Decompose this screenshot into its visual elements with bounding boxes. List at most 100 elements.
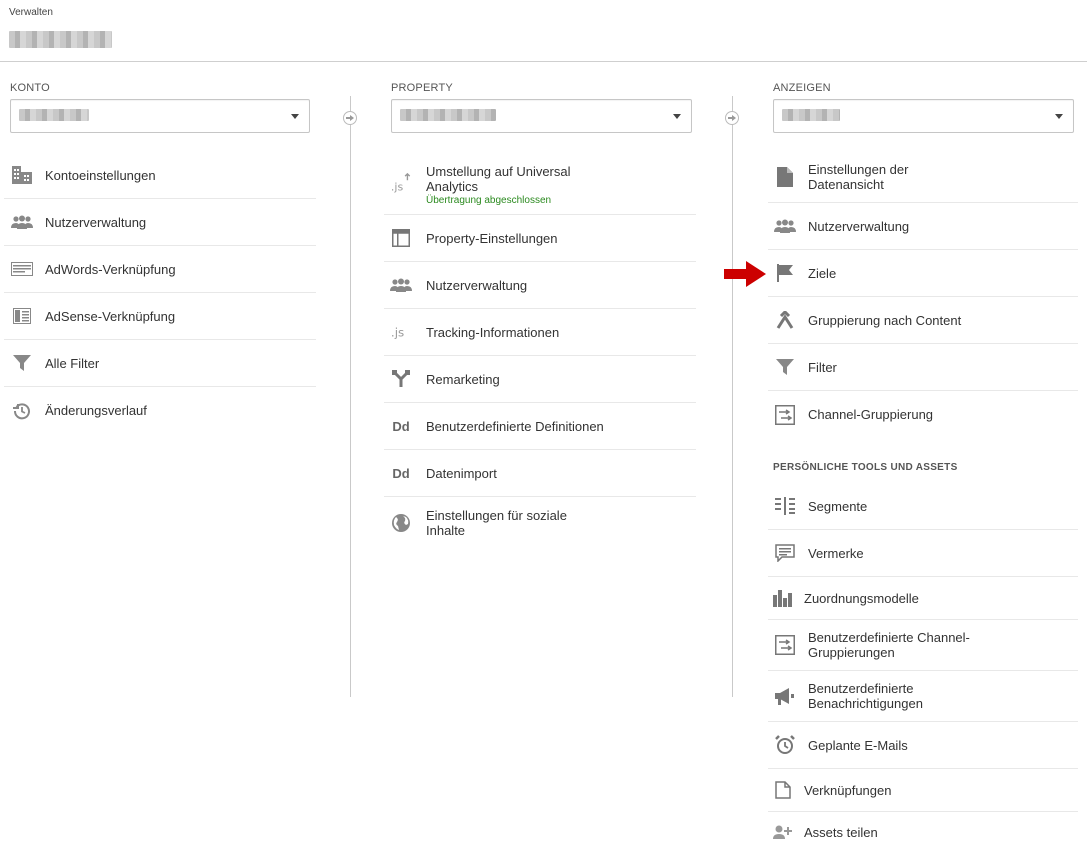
sidebar-item-aenderungsverlauf[interactable]: Änderungsverlauf — [4, 387, 316, 434]
sidebar-item-label: Verknüpfungen — [804, 782, 892, 798]
sidebar-item-channel-gruppierung[interactable]: Channel-Gruppierung — [768, 391, 1078, 438]
sidebar-item-label: Datenimport — [426, 465, 497, 481]
property-title: PROPERTY — [391, 82, 453, 94]
page-header: Verwalten — [0, 0, 1087, 62]
sidebar-item-vermerke[interactable]: Vermerke — [768, 530, 1078, 577]
sidebar-item-label: Benutzerdefinierte Benachrichtigungen — [808, 681, 923, 711]
users-icon — [390, 274, 412, 296]
arrow-right-icon — [343, 111, 357, 125]
sidebar-item-assets-teilen[interactable]: Assets teilen — [768, 812, 1078, 852]
sidebar-item-benachrichtigungen[interactable]: Benutzerdefinierte Benachrichtigungen — [768, 671, 1078, 722]
filter-icon — [11, 352, 33, 374]
sidebar-item-segmente[interactable]: Segmente — [768, 483, 1078, 530]
js-icon: .js — [390, 321, 412, 343]
konto-select-value-redacted — [19, 109, 89, 121]
globe-icon — [390, 512, 412, 534]
chevron-down-icon — [291, 114, 299, 119]
bar-chart-icon — [772, 587, 794, 609]
sidebar-item-label: Remarketing — [426, 371, 500, 387]
header-label: Verwalten — [9, 7, 53, 18]
chevron-down-icon — [1055, 114, 1063, 119]
anzeigen-title: ANZEIGEN — [773, 82, 831, 94]
sidebar-item-nutzerverwaltung[interactable]: Nutzerverwaltung — [384, 262, 696, 309]
sidebar-item-label: Benutzerdefinierte Definitionen — [426, 418, 604, 434]
channel-icon — [774, 404, 796, 426]
document-icon — [774, 166, 796, 188]
konto-column: KONTO Kontoeinstellungen Nutzerverwaltun… — [0, 62, 340, 842]
universal-analytics-label: Umstellung auf Universal Analytics — [426, 164, 571, 194]
konto-title: KONTO — [10, 82, 50, 94]
column-divider — [732, 96, 733, 697]
sidebar-item-universal-analytics[interactable]: .js Umstellung auf Universal Analytics Ü… — [384, 152, 696, 215]
users-icon — [11, 211, 33, 233]
sidebar-item-filter[interactable]: Filter — [768, 344, 1078, 391]
konto-select[interactable] — [10, 99, 310, 133]
sidebar-item-nutzerverwaltung[interactable]: Nutzerverwaltung — [768, 203, 1078, 250]
sidebar-item-datenansicht[interactable]: Einstellungen der Datenansicht — [768, 152, 1078, 203]
svg-text:.js: .js — [391, 180, 404, 193]
sidebar-item-label: Nutzerverwaltung — [45, 214, 147, 230]
property-column: PROPERTY .js Umstellung auf Universal An… — [381, 62, 721, 842]
sidebar-item-remarketing[interactable]: Remarketing — [384, 356, 696, 403]
sidebar-item-label: Änderungsverlauf — [45, 403, 147, 418]
sidebar-item-datenimport[interactable]: Dd Datenimport — [384, 450, 696, 497]
sidebar-item-soziale-inhalte[interactable]: Einstellungen für soziale Inhalte — [384, 497, 696, 549]
sidebar-item-label: AdSense-Verknüpfung — [45, 308, 176, 324]
sidebar-item-label: Filter — [808, 359, 837, 375]
flag-icon — [774, 262, 796, 284]
sidebar-item-label: Vermerke — [808, 545, 864, 561]
transfer-status: Übertragung abgeschlossen — [426, 195, 552, 206]
sidebar-item-label: Kontoeinstellungen — [45, 167, 156, 183]
sidebar-item-label: Tracking-Informationen — [426, 324, 560, 340]
anzeigen-select-value-redacted — [782, 109, 840, 121]
js-upgrade-icon: .js — [390, 172, 412, 194]
sidebar-item-adwords[interactable]: AdWords-Verknüpfung — [4, 246, 316, 293]
remarketing-icon — [390, 368, 412, 390]
sidebar-item-benutzerdefinierte-channel[interactable]: Benutzerdefinierte Channel-Gruppierungen — [768, 620, 1078, 671]
sidebar-item-label: Assets teilen — [804, 824, 878, 840]
anzeigen-select[interactable] — [773, 99, 1074, 133]
sidebar-item-label: Geplante E-Mails — [808, 737, 908, 753]
adsense-icon — [11, 305, 33, 327]
sidebar-item-kontoeinstellungen[interactable]: Kontoeinstellungen — [4, 152, 316, 199]
sidebar-item-benutzerdefinierte-definitionen[interactable]: Dd Benutzerdefinierte Definitionen — [384, 403, 696, 450]
sidebar-item-ziele[interactable]: Ziele — [768, 250, 1078, 297]
sidebar-item-nutzerverwaltung[interactable]: Nutzerverwaltung — [4, 199, 316, 246]
content-grouping-icon — [774, 309, 796, 331]
dd-icon: Dd — [392, 418, 410, 434]
sidebar-item-verknuepfungen[interactable]: Verknüpfungen — [768, 769, 1078, 812]
sidebar-item-label: Alle Filter — [45, 355, 100, 371]
sidebar-item-label: Ziele — [808, 265, 837, 281]
highlight-arrow-icon — [724, 261, 766, 292]
tools-section-title: PERSÖNLICHE TOOLS UND ASSETS — [773, 462, 958, 473]
history-icon — [11, 400, 33, 422]
segments-icon — [774, 495, 796, 517]
dd-icon: Dd — [392, 465, 410, 481]
sidebar-item-label: Einstellungen für soziale Inhalte — [426, 508, 567, 538]
users-icon — [774, 215, 796, 237]
sidebar-item-adsense[interactable]: AdSense-Verknüpfung — [4, 293, 316, 340]
arrow-right-icon — [725, 111, 739, 125]
sidebar-item-label: Property-Einstellungen — [426, 230, 558, 246]
sidebar-item-label: Nutzerverwaltung — [808, 218, 910, 234]
sidebar-item-tracking-informationen[interactable]: .js Tracking-Informationen — [384, 309, 696, 356]
svg-text:.js: .js — [391, 326, 404, 340]
sidebar-item-property-einstellungen[interactable]: Property-Einstellungen — [384, 215, 696, 262]
property-select[interactable] — [391, 99, 692, 133]
filter-icon — [774, 356, 796, 378]
chevron-down-icon — [673, 114, 681, 119]
account-name-redacted — [9, 31, 112, 48]
sidebar-item-label: Segmente — [808, 498, 868, 514]
window-icon — [390, 227, 412, 249]
sidebar-item-content-gruppierung[interactable]: Gruppierung nach Content — [768, 297, 1078, 344]
sidebar-item-zuordnungsmodelle[interactable]: Zuordnungsmodelle — [768, 577, 1078, 620]
adwords-icon — [11, 258, 33, 280]
megaphone-icon — [774, 685, 796, 707]
column-divider — [350, 96, 351, 697]
sidebar-item-label: Umstellung auf Universal Analytics Übert… — [426, 164, 616, 207]
sidebar-item-geplante-emails[interactable]: Geplante E-Mails — [768, 722, 1078, 769]
sidebar-item-alle-filter[interactable]: Alle Filter — [4, 340, 316, 387]
add-user-icon — [772, 821, 794, 843]
comment-icon — [774, 542, 796, 564]
property-select-value-redacted — [400, 109, 496, 121]
